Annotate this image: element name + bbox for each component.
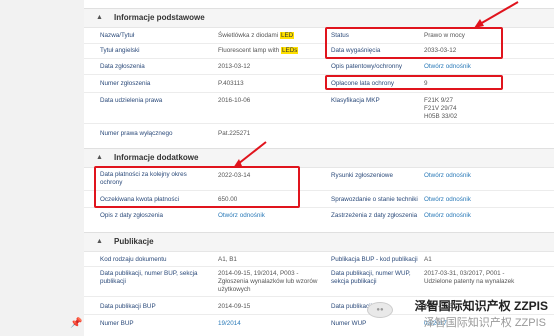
bup-pub-info-value: 2014-09-15, 19/2014, P003 - Zgłoszenia w…: [218, 270, 318, 293]
grant-date-value: 2016-10-06: [218, 97, 251, 104]
chevron-up-icon[interactable]: ▲: [96, 154, 103, 161]
ipc-label: Klasyfikacja MKP: [331, 97, 380, 104]
english-title-label: Tytuł angielski: [100, 47, 140, 54]
divider: [84, 92, 554, 93]
bup-number-label: Numer BUP: [100, 320, 134, 327]
bup-number-link[interactable]: 19/2014: [218, 320, 241, 328]
bup-code-label: Publikacja BUP - kod publikacji: [331, 256, 418, 263]
section-title-publications: Publikacje: [114, 237, 154, 246]
chevron-up-icon[interactable]: ▲: [96, 238, 103, 245]
claims-link[interactable]: Otwórz odnośnik: [424, 212, 471, 220]
drawings-link[interactable]: Otwórz odnośnik: [424, 172, 471, 180]
highlight-box-fees: [325, 75, 503, 90]
exclusive-right-value: Pat.225271: [218, 130, 251, 137]
bup-pub-date-label: Data publikacji BUP: [100, 303, 156, 310]
section-header-publications[interactable]: ▲ Publikacje: [84, 232, 554, 252]
patent-desc-label: Opis patentowy/ochronny: [331, 63, 403, 70]
doc-code-label: Kod rodzaju dokumentu: [100, 256, 167, 263]
tech-report-label: Sprawozdanie o stanie techniki: [331, 196, 418, 203]
patent-desc-link[interactable]: Otwórz odnośnik: [424, 63, 471, 71]
app-number-label: Numer zgłoszenia: [100, 80, 151, 87]
highlight-box-payment: [94, 166, 300, 208]
ipc-value-2: F21V 29/74: [424, 105, 457, 112]
left-sidebar: [0, 0, 84, 336]
watermark-text-faded: 泽智国际知识产权 ZZPIS: [423, 317, 546, 329]
divider: [84, 123, 554, 124]
bup-code-value: A1: [424, 256, 432, 263]
watermark-text: 泽智国际知识产权 ZZPIS: [414, 299, 548, 313]
app-number-value: P.403113: [218, 80, 244, 87]
claims-label: Zastrzeżenia z daty zgłoszenia: [331, 212, 418, 219]
english-title-value: Fluorescent lamp with LEDs: [218, 47, 299, 54]
filing-date-value: 2013-03-12: [218, 63, 251, 70]
wup-pub-info-label: Data publikacji, numer WUP, sekcja publi…: [331, 270, 411, 285]
app-desc-label: Opis z daty zgłoszenia: [100, 212, 163, 219]
bup-pub-info-label: Data publikacji, numer BUP, sekcja publi…: [100, 270, 198, 285]
ipc-value-3: H05B 33/02: [424, 113, 458, 120]
annotation-arrow-icon: [474, 1, 519, 28]
grant-date-label: Data udzielenia prawa: [100, 97, 163, 104]
page: ▲ Informacje podstawowe Nazwa/Tytuł Świe…: [0, 0, 554, 336]
watermark-logo-icon: ●●: [367, 302, 393, 318]
section-header-additional[interactable]: ▲ Informacje dodatkowe: [84, 148, 554, 168]
doc-code-value: A1, B1: [218, 256, 237, 263]
chevron-up-icon[interactable]: ▲: [96, 14, 103, 21]
section-title-basic: Informacje podstawowe: [114, 13, 205, 22]
tech-report-link[interactable]: Otwórz odnośnik: [424, 196, 471, 204]
wup-pub-info-value: 2017-03-31, 03/2017, P001 - Udzielone pa…: [424, 270, 515, 285]
exclusive-right-label: Numer prawa wyłącznego: [100, 130, 173, 137]
pin-icon[interactable]: 📌: [70, 318, 82, 329]
name-label: Nazwa/Tytuł: [100, 32, 135, 39]
drawings-label: Rysunki zgłoszeniowe: [331, 172, 393, 179]
wup-number-label: Numer WUP: [331, 320, 367, 327]
bup-pub-date-value: 2014-09-15: [218, 303, 251, 310]
name-value: Świetlówka z diodami LED: [218, 32, 295, 39]
filing-date-label: Data zgłoszenia: [100, 63, 145, 70]
highlight-box-status: [325, 27, 503, 59]
ipc-value-1: F21K 9/27: [424, 97, 454, 104]
divider: [84, 266, 554, 267]
annotation-arrow-icon: [233, 141, 267, 168]
section-title-additional: Informacje dodatkowe: [114, 153, 199, 162]
app-desc-link[interactable]: Otwórz odnośnik: [218, 212, 265, 220]
